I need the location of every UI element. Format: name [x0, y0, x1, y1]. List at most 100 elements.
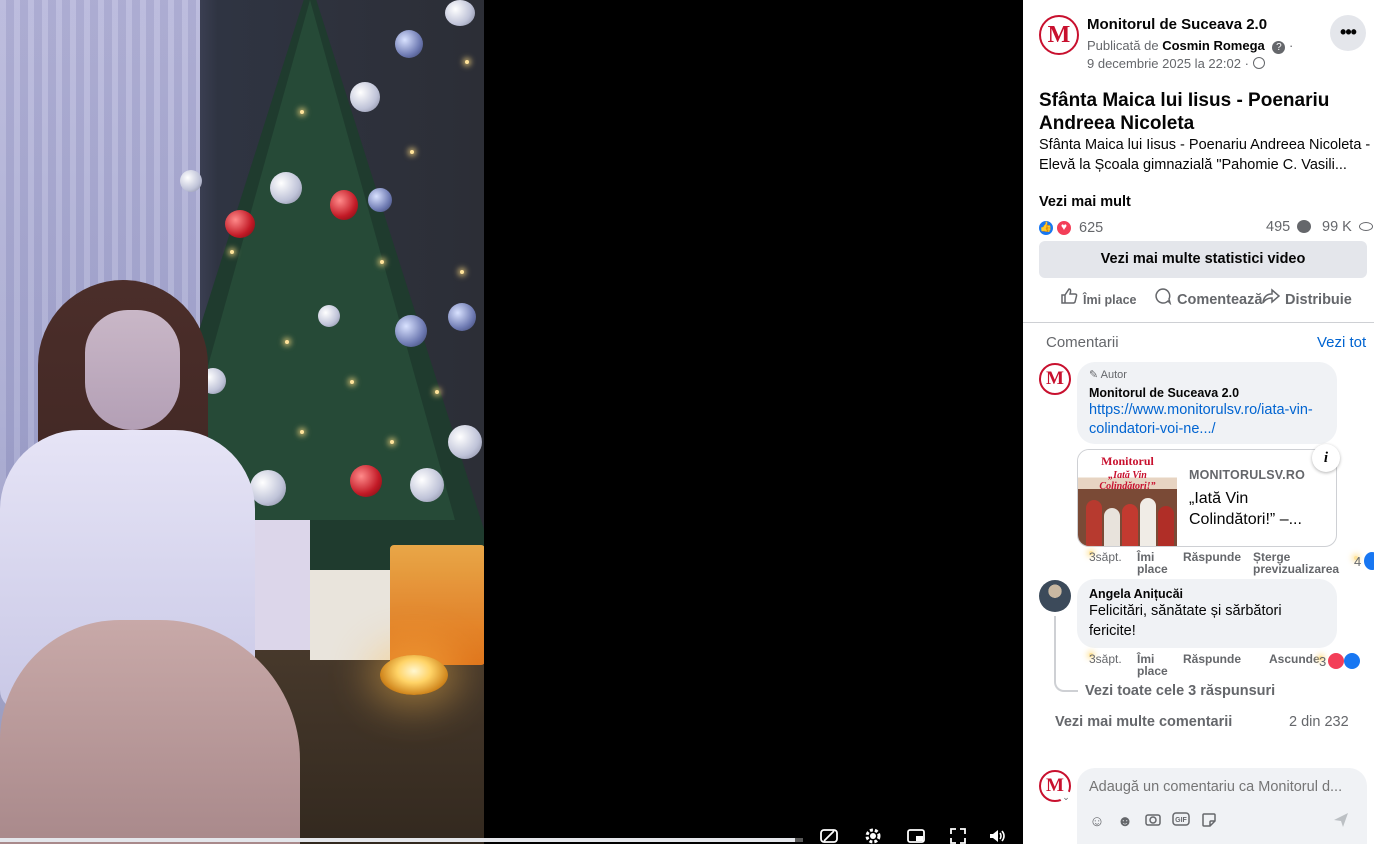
send-icon[interactable] — [1331, 812, 1351, 832]
see-all-comments-link[interactable]: Vezi tot — [1317, 334, 1366, 351]
video-frame[interactable] — [0, 0, 484, 844]
preview-person — [1158, 506, 1174, 546]
separator-dot: · — [1244, 56, 1253, 71]
sticker-icon[interactable] — [1199, 812, 1219, 832]
remove-preview-button[interactable]: Șterge previzualizarea — [1253, 551, 1353, 575]
page-name[interactable]: Monitorul de Suceava 2.0 — [1087, 16, 1267, 33]
ornament — [225, 210, 255, 238]
preview-domain: MONITORULSV.RO — [1189, 468, 1306, 482]
preview-title: „Iată Vin Colindători!” –... — [1189, 490, 1302, 528]
like-label: Îmi place — [1083, 293, 1137, 307]
post-date: 9 decembrie 2025 la 22:02 · — [1087, 56, 1265, 71]
post-timestamp[interactable]: 9 decembrie 2025 la 22:02 — [1087, 56, 1241, 71]
commenter-name[interactable]: Angela Anițucăi — [1089, 587, 1183, 601]
gift-box — [310, 570, 390, 660]
publisher-name[interactable]: Cosmin Romega — [1162, 38, 1265, 53]
ornament — [368, 188, 392, 212]
see-more-link[interactable]: Vezi mai mult — [1039, 194, 1131, 210]
tree-light — [410, 150, 414, 154]
tree-light — [300, 430, 304, 434]
eye-icon — [1358, 222, 1373, 231]
preview-person — [1140, 498, 1156, 546]
commenter-avatar[interactable]: M — [1039, 363, 1071, 395]
video-stats-button[interactable]: Vezi mai multe statistici video — [1039, 241, 1367, 278]
page-avatar[interactable]: M — [1039, 15, 1079, 55]
comments-count[interactable]: 495 — [1266, 219, 1312, 235]
comments-count-value: 495 — [1266, 219, 1291, 235]
share-icon — [1261, 286, 1281, 314]
tree-light — [230, 250, 234, 254]
ornament — [318, 305, 340, 327]
ornament — [448, 303, 476, 331]
comment-text: Felicitări, sănătate și sărbători ferici… — [1089, 603, 1282, 639]
ellipsis-icon: ••• — [1340, 22, 1357, 42]
help-icon[interactable]: ? — [1272, 41, 1286, 54]
ornament — [448, 425, 482, 459]
video-player[interactable] — [0, 0, 1023, 844]
preview-image-title: Monitorul — [1101, 454, 1154, 468]
facebook-video-viewer: M Monitorul de Suceava 2.0 Publicată de … — [0, 0, 1374, 844]
emoji-icon[interactable]: ☻ — [1115, 812, 1135, 832]
fullscreen-icon[interactable] — [946, 826, 970, 844]
more-comments-link[interactable]: Vezi mai multe comentarii — [1055, 714, 1232, 730]
comment-time[interactable]: 3săpt. — [1089, 551, 1122, 563]
camera-icon[interactable] — [1143, 812, 1163, 832]
ornament — [330, 190, 358, 220]
orange-lantern — [390, 545, 484, 665]
volume-icon[interactable] — [985, 826, 1009, 844]
video-progress-bar[interactable] — [0, 838, 803, 842]
reactions-count[interactable]: 625 — [1079, 220, 1103, 236]
view-replies-link[interactable]: Vezi toate cele 3 răspunsuri — [1085, 683, 1275, 699]
comment-time[interactable]: 3săpt. — [1089, 653, 1122, 665]
tree-light — [435, 390, 439, 394]
ornament — [395, 30, 423, 58]
preview-person — [1086, 500, 1102, 546]
comment-like-button[interactable]: Îmi place — [1137, 551, 1177, 575]
hide-comment-button[interactable]: Ascunde — [1269, 653, 1320, 665]
like-reaction-icon[interactable]: 👍 — [1037, 219, 1055, 237]
tree-light — [285, 340, 289, 344]
picture-in-picture-icon[interactable] — [904, 826, 928, 844]
commenter-name[interactable]: Monitorul de Suceava 2.0 — [1089, 386, 1239, 400]
ornament — [250, 470, 286, 506]
love-reaction-icon[interactable]: ♥ — [1055, 219, 1073, 237]
comments-header: Comentarii — [1046, 334, 1119, 351]
comment-icon — [1153, 286, 1173, 314]
tree-light — [350, 380, 354, 384]
comment-reactions-count[interactable]: 4 — [1354, 555, 1361, 568]
video-progress-fill — [0, 838, 795, 842]
love-reaction-icon — [1328, 653, 1344, 669]
link-preview-card[interactable]: Monitorul „Iată Vin Colindători!” MONITO… — [1077, 449, 1337, 547]
more-options-button[interactable]: ••• — [1330, 15, 1366, 51]
like-button[interactable]: Îmi place — [1059, 286, 1137, 314]
byline: Publicată de Cosmin Romega ? · — [1087, 38, 1293, 54]
author-badge: ✎ Autor — [1089, 368, 1127, 381]
tree-light — [300, 110, 304, 114]
comment-composer[interactable]: ☺ ☻ GIF — [1077, 768, 1367, 844]
ornament — [445, 0, 475, 26]
divider — [1023, 322, 1374, 323]
share-button[interactable]: Distribuie — [1261, 286, 1352, 314]
comment-reply-button[interactable]: Răspunde — [1183, 551, 1241, 563]
comment-reactions-count[interactable]: 3 — [1319, 655, 1326, 668]
post-description: Sfânta Maica lui Iisus - Poenariu Andree… — [1039, 137, 1371, 173]
ornament — [180, 170, 202, 192]
like-reaction-icon — [1344, 653, 1360, 669]
commenter-avatar[interactable] — [1039, 580, 1071, 612]
tree-light — [460, 270, 464, 274]
captions-off-icon[interactable] — [817, 826, 841, 844]
pencil-icon: ✎ — [1089, 369, 1099, 381]
comment-link[interactable]: https://www.monitorulsv.ro/iata-vin-coli… — [1089, 401, 1329, 439]
comment-label: Comentează — [1177, 292, 1263, 308]
comment-button[interactable]: Comentează — [1153, 286, 1268, 314]
comment-like-button[interactable]: Îmi place — [1137, 653, 1177, 677]
preview-image-subtitle: „Iată Vin Colindători!” — [1099, 470, 1156, 492]
gif-icon[interactable]: GIF — [1171, 812, 1191, 832]
avatar-sticker-icon[interactable]: ☺ — [1087, 812, 1107, 832]
tree-light — [390, 440, 394, 444]
comment-reply-button[interactable]: Răspunde — [1183, 653, 1241, 665]
chevron-down-icon[interactable]: ⌄ — [1060, 791, 1072, 803]
gear-icon[interactable] — [861, 826, 885, 844]
comment-input[interactable] — [1089, 776, 1357, 798]
info-icon[interactable]: i — [1312, 444, 1340, 472]
